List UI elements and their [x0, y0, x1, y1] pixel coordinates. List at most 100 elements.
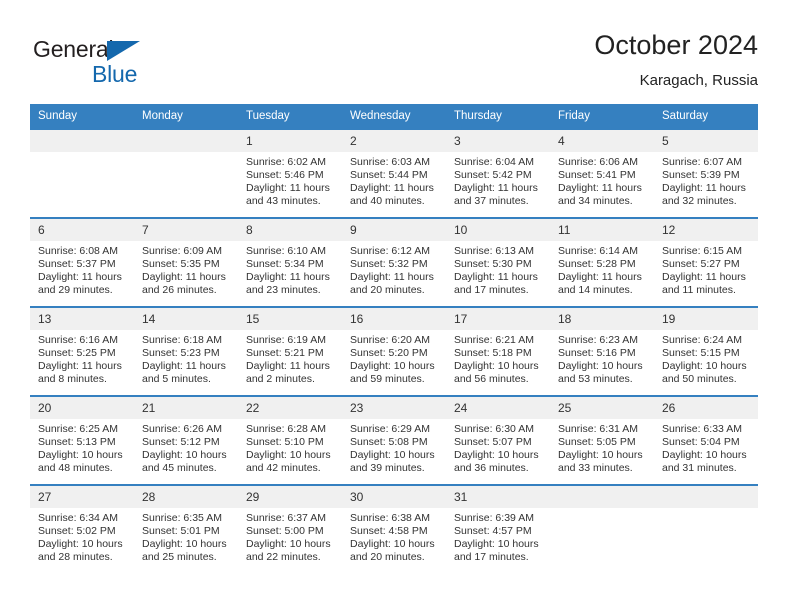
sunset-text: Sunset: 5:30 PM — [454, 257, 532, 270]
calendar-day-cell[interactable]: 22 Sunrise: 6:28 AM Sunset: 5:10 PM Dayligh… — [238, 395, 342, 485]
day-number: 9 — [342, 219, 446, 241]
day-number: 13 — [30, 308, 134, 330]
day-details: Sunrise: 6:29 AM Sunset: 5:08 PM Daylight:… — [342, 419, 446, 475]
daylight-text-line2: and 14 minutes. — [558, 283, 633, 296]
daylight-text-line2: and 25 minutes. — [142, 550, 217, 563]
page-header: General Blue October 2024 Karagach, Russ… — [30, 28, 758, 100]
general-blue-logo[interactable]: General Blue — [33, 36, 223, 96]
day-details: Sunrise: 6:16 AM Sunset: 5:25 PM Daylight:… — [30, 330, 134, 386]
sunrise-text: Sunrise: 6:19 AM — [246, 334, 326, 346]
calendar-header-row: Sunday Monday Tuesday Wednesday Thursday Frid… — [30, 104, 758, 129]
daylight-text-line1: Daylight: 10 hours — [454, 448, 539, 461]
day-number — [30, 130, 134, 152]
calendar-day-cell[interactable]: 20 Sunrise: 6:25 AM Sunset: 5:13 PM Dayligh… — [30, 395, 134, 485]
day-details: Sunrise: 6:23 AM Sunset: 5:16 PM Daylight:… — [550, 330, 654, 386]
calendar-day-cell[interactable]: 26 Sunrise: 6:33 AM Sunset: 5:04 PM Dayligh… — [654, 395, 758, 485]
sunrise-text: Sunrise: 6:28 AM — [246, 423, 326, 435]
calendar-day-cell[interactable]: 1 Sunrise: 6:02 AM Sunset: 5:46 PM Daylight… — [238, 128, 342, 218]
sunset-text: Sunset: 5:44 PM — [350, 168, 428, 181]
calendar-day-cell[interactable]: 17 Sunrise: 6:21 AM Sunset: 5:18 PM Dayligh… — [446, 306, 550, 396]
calendar-week-row: 20 Sunrise: 6:25 AM Sunset: 5:13 PM Dayligh… — [30, 395, 758, 485]
calendar-day-cell[interactable]: 11 Sunrise: 6:14 AM Sunset: 5:28 PM Dayligh… — [550, 217, 654, 307]
day-details: Sunrise: 6:14 AM Sunset: 5:28 PM Daylight:… — [550, 241, 654, 297]
calendar-day-cell[interactable]: 4 Sunrise: 6:06 AM Sunset: 5:41 PM Daylight… — [550, 128, 654, 218]
sunset-text: Sunset: 4:57 PM — [454, 524, 532, 537]
daylight-text-line2: and 59 minutes. — [350, 372, 425, 385]
daylight-text-line2: and 33 minutes. — [558, 461, 633, 474]
calendar-page: General Blue October 2024 Karagach, Russ… — [0, 0, 792, 612]
daylight-text-line1: Daylight: 10 hours — [246, 448, 331, 461]
day-number: 10 — [446, 219, 550, 241]
sunrise-text: Sunrise: 6:20 AM — [350, 334, 430, 346]
calendar-day-cell[interactable]: 7 Sunrise: 6:09 AM Sunset: 5:35 PM Daylight… — [134, 217, 238, 307]
sunset-text: Sunset: 5:32 PM — [350, 257, 428, 270]
day-number: 30 — [342, 486, 446, 508]
weekday-header-friday: Friday — [550, 104, 654, 129]
daylight-text-line1: Daylight: 11 hours — [350, 181, 434, 194]
calendar-body: 1 Sunrise: 6:02 AM Sunset: 5:46 PM Daylight… — [30, 128, 758, 574]
calendar-day-cell[interactable]: 5 Sunrise: 6:07 AM Sunset: 5:39 PM Daylight… — [654, 128, 758, 218]
daylight-text-line1: Daylight: 10 hours — [246, 537, 331, 550]
day-details: Sunrise: 6:09 AM Sunset: 5:35 PM Daylight:… — [134, 241, 238, 297]
calendar-day-cell[interactable]: 25 Sunrise: 6:31 AM Sunset: 5:05 PM Dayligh… — [550, 395, 654, 485]
calendar-day-cell[interactable]: 30 Sunrise: 6:38 AM Sunset: 4:58 PM Dayligh… — [342, 484, 446, 574]
daylight-text-line2: and 20 minutes. — [350, 283, 425, 296]
calendar-grid: Sunday Monday Tuesday Wednesday Thursday Frid… — [30, 104, 758, 574]
day-number: 26 — [654, 397, 758, 419]
day-number: 15 — [238, 308, 342, 330]
sunset-text: Sunset: 5:05 PM — [558, 435, 636, 448]
day-number — [550, 486, 654, 508]
calendar-week-row: 6 Sunrise: 6:08 AM Sunset: 5:37 PM Daylight… — [30, 217, 758, 307]
calendar-day-cell[interactable]: 18 Sunrise: 6:23 AM Sunset: 5:16 PM Dayligh… — [550, 306, 654, 396]
calendar-day-cell[interactable]: 9 Sunrise: 6:12 AM Sunset: 5:32 PM Daylight… — [342, 217, 446, 307]
sunrise-text: Sunrise: 6:13 AM — [454, 245, 534, 257]
calendar-week-row: 27 Sunrise: 6:34 AM Sunset: 5:02 PM Dayligh… — [30, 484, 758, 574]
sunset-text: Sunset: 5:04 PM — [662, 435, 740, 448]
daylight-text-line1: Daylight: 11 hours — [662, 181, 746, 194]
sunset-text: Sunset: 5:27 PM — [662, 257, 740, 270]
calendar-day-cell[interactable]: 21 Sunrise: 6:26 AM Sunset: 5:12 PM Dayligh… — [134, 395, 238, 485]
sunrise-text: Sunrise: 6:39 AM — [454, 512, 534, 524]
daylight-text-line1: Daylight: 10 hours — [454, 537, 539, 550]
day-details: Sunrise: 6:02 AM Sunset: 5:46 PM Daylight:… — [238, 152, 342, 208]
calendar-day-cell[interactable]: 3 Sunrise: 6:04 AM Sunset: 5:42 PM Daylight… — [446, 128, 550, 218]
calendar-day-cell[interactable]: 29 Sunrise: 6:37 AM Sunset: 5:00 PM Dayligh… — [238, 484, 342, 574]
day-details: Sunrise: 6:33 AM Sunset: 5:04 PM Daylight:… — [654, 419, 758, 475]
sunrise-text: Sunrise: 6:35 AM — [142, 512, 222, 524]
sunrise-text: Sunrise: 6:33 AM — [662, 423, 742, 435]
daylight-text-line1: Daylight: 10 hours — [350, 359, 435, 372]
daylight-text-line2: and 31 minutes. — [662, 461, 737, 474]
sunset-text: Sunset: 5:35 PM — [142, 257, 220, 270]
daylight-text-line2: and 50 minutes. — [662, 372, 737, 385]
day-number: 14 — [134, 308, 238, 330]
calendar-day-cell[interactable]: 16 Sunrise: 6:20 AM Sunset: 5:20 PM Dayligh… — [342, 306, 446, 396]
daylight-text-line2: and 17 minutes. — [454, 283, 529, 296]
day-number: 21 — [134, 397, 238, 419]
calendar-day-cell[interactable]: 6 Sunrise: 6:08 AM Sunset: 5:37 PM Daylight… — [30, 217, 134, 307]
daylight-text-line1: Daylight: 11 hours — [558, 270, 642, 283]
daylight-text-line1: Daylight: 11 hours — [454, 270, 538, 283]
daylight-text-line1: Daylight: 10 hours — [558, 448, 643, 461]
day-details: Sunrise: 6:30 AM Sunset: 5:07 PM Daylight:… — [446, 419, 550, 475]
daylight-text-line2: and 42 minutes. — [246, 461, 321, 474]
calendar-day-cell[interactable]: 28 Sunrise: 6:35 AM Sunset: 5:01 PM Dayligh… — [134, 484, 238, 574]
calendar-day-cell[interactable]: 15 Sunrise: 6:19 AM Sunset: 5:21 PM Dayligh… — [238, 306, 342, 396]
sunrise-text: Sunrise: 6:08 AM — [38, 245, 118, 257]
sunrise-text: Sunrise: 6:07 AM — [662, 156, 742, 168]
calendar-day-cell[interactable]: 14 Sunrise: 6:18 AM Sunset: 5:23 PM Dayligh… — [134, 306, 238, 396]
calendar-day-cell[interactable]: 13 Sunrise: 6:16 AM Sunset: 5:25 PM Dayligh… — [30, 306, 134, 396]
calendar-day-cell[interactable]: 2 Sunrise: 6:03 AM Sunset: 5:44 PM Daylight… — [342, 128, 446, 218]
calendar-day-cell[interactable]: 31 Sunrise: 6:39 AM Sunset: 4:57 PM Dayligh… — [446, 484, 550, 574]
calendar-day-cell[interactable]: 23 Sunrise: 6:29 AM Sunset: 5:08 PM Dayligh… — [342, 395, 446, 485]
day-number: 11 — [550, 219, 654, 241]
sunset-text: Sunset: 5:34 PM — [246, 257, 324, 270]
calendar-day-cell[interactable]: 8 Sunrise: 6:10 AM Sunset: 5:34 PM Daylight… — [238, 217, 342, 307]
calendar-day-cell[interactable]: 24 Sunrise: 6:30 AM Sunset: 5:07 PM Dayligh… — [446, 395, 550, 485]
daylight-text-line2: and 32 minutes. — [662, 194, 737, 207]
calendar-day-cell[interactable]: 10 Sunrise: 6:13 AM Sunset: 5:30 PM Dayligh… — [446, 217, 550, 307]
calendar-day-cell[interactable]: 12 Sunrise: 6:15 AM Sunset: 5:27 PM Dayligh… — [654, 217, 758, 307]
sunrise-text: Sunrise: 6:03 AM — [350, 156, 430, 168]
calendar-day-cell[interactable]: 19 Sunrise: 6:24 AM Sunset: 5:15 PM Dayligh… — [654, 306, 758, 396]
daylight-text-line2: and 26 minutes. — [142, 283, 217, 296]
calendar-day-cell[interactable]: 27 Sunrise: 6:34 AM Sunset: 5:02 PM Dayligh… — [30, 484, 134, 574]
